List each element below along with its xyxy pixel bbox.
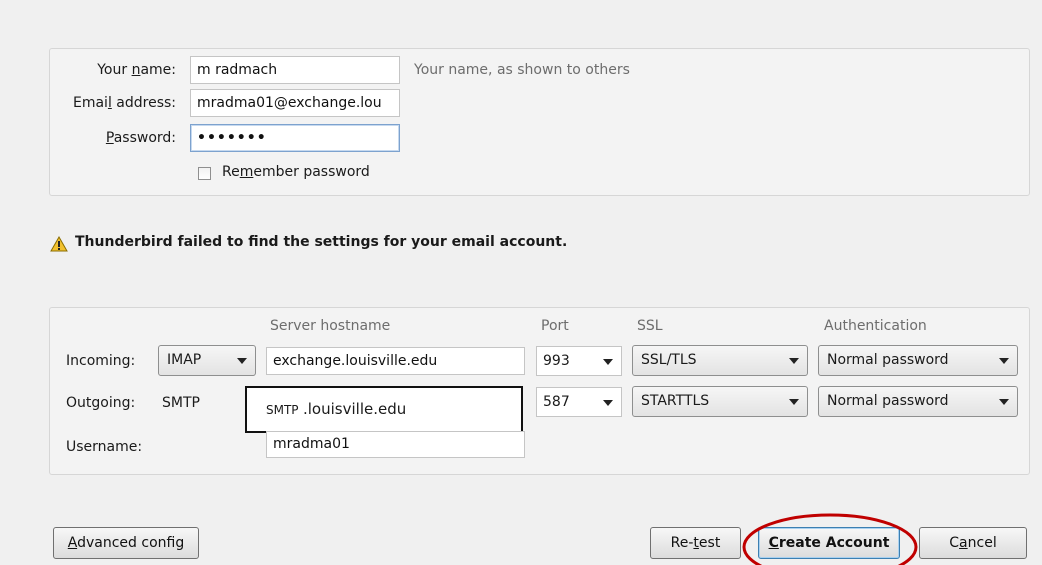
header-port: Port — [541, 318, 569, 334]
username-field[interactable]: mradma01 — [266, 431, 525, 458]
header-ssl: SSL — [637, 318, 663, 334]
chevron-down-icon — [603, 400, 613, 406]
header-authentication: Authentication — [824, 318, 927, 334]
incoming-auth-select[interactable]: Normal password — [818, 345, 1018, 376]
outgoing-hostname-rest: .louisville.edu — [303, 400, 407, 418]
advanced-config-button[interactable]: Advanced config — [53, 527, 199, 559]
password-field[interactable]: ••••••• — [190, 124, 400, 152]
chevron-down-icon — [237, 358, 247, 364]
outgoing-auth-select[interactable]: Normal password — [818, 386, 1018, 417]
highlight-ellipse — [742, 513, 918, 565]
outgoing-hostname-prefix: SMTP — [266, 403, 299, 417]
email-label: Email address: — [72, 95, 176, 111]
password-label: Password: — [105, 130, 176, 146]
incoming-hostname-field[interactable]: exchange.louisville.edu — [266, 347, 525, 375]
warning-message: Thunderbird failed to find the settings … — [75, 234, 568, 250]
cancel-button[interactable]: Cancel — [919, 527, 1027, 559]
name-field[interactable]: m radmach — [190, 56, 400, 84]
name-label: Your name: — [97, 62, 176, 78]
outgoing-port-select[interactable]: 587 — [536, 387, 622, 417]
name-hint: Your name, as shown to others — [414, 62, 630, 78]
outgoing-ssl-select[interactable]: STARTTLS — [632, 386, 808, 417]
retest-button[interactable]: Re-test — [650, 527, 741, 559]
incoming-label: Incoming: — [66, 353, 136, 369]
remember-password-checkbox[interactable] — [198, 167, 211, 180]
chevron-down-icon — [789, 358, 799, 364]
chevron-down-icon — [999, 358, 1009, 364]
username-label: Username: — [66, 439, 143, 455]
outgoing-protocol: SMTP — [162, 395, 200, 411]
incoming-protocol-select[interactable]: IMAP — [158, 345, 256, 376]
outgoing-label: Outgoing: — [66, 395, 136, 411]
email-field[interactable]: mradma01@exchange.lou — [190, 89, 400, 117]
chevron-down-icon — [999, 399, 1009, 405]
outgoing-hostname-field[interactable]: SMTP .louisville.edu — [245, 386, 523, 433]
remember-password-label[interactable]: Remember password — [222, 164, 370, 180]
header-server-hostname: Server hostname — [270, 318, 391, 334]
incoming-port-select[interactable]: 993 — [536, 346, 622, 376]
chevron-down-icon — [603, 359, 613, 365]
chevron-down-icon — [789, 399, 799, 405]
warning-triangle-icon — [50, 235, 68, 252]
incoming-ssl-select[interactable]: SSL/TLS — [632, 345, 808, 376]
